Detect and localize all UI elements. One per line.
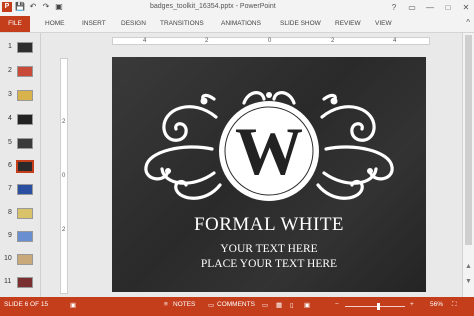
slide-title[interactable]: FORMAL WHITE — [112, 214, 426, 236]
tab-home[interactable]: HOME — [45, 18, 65, 30]
slide-preview — [17, 184, 33, 195]
slide-preview — [17, 231, 33, 242]
tab-view[interactable]: VIEW — [375, 18, 392, 30]
slide-thumbnail-9[interactable]: 9 — [0, 231, 40, 245]
close-button[interactable]: ✕ — [460, 1, 472, 13]
slide-thumbnail-10[interactable]: 10 — [0, 254, 40, 268]
slide-preview — [17, 254, 33, 265]
slide-thumbnail-7[interactable]: 7 — [0, 184, 40, 198]
slide-preview — [17, 138, 33, 149]
notes-icon[interactable]: ≡ — [164, 301, 168, 308]
slide-preview — [17, 277, 33, 288]
window-controls: ? ▭ — □ ✕ — [388, 1, 472, 13]
vertical-ruler: 2 0 2 — [60, 58, 68, 294]
ruler-label: 2 — [331, 38, 335, 44]
slide-thumbnail-3[interactable]: 3 — [0, 90, 40, 104]
slide-thumbnail-1[interactable]: 1 — [0, 42, 40, 56]
slide-number: 9 — [8, 232, 12, 239]
collapse-ribbon-icon[interactable]: ^ — [466, 18, 470, 27]
slide-number: 11 — [4, 278, 12, 285]
minimize-button[interactable]: — — [424, 1, 436, 13]
slide-preview — [17, 90, 33, 101]
slide-thumbnail-8[interactable]: 8 — [0, 208, 40, 222]
scroll-down-icon[interactable]: ▼ — [465, 278, 472, 285]
slide-thumbnail-5[interactable]: 5 — [0, 138, 40, 152]
slide-preview — [17, 42, 33, 53]
ribbon-display-options-button[interactable]: ▭ — [406, 1, 418, 13]
tab-slide-show[interactable]: SLIDE SHOW — [280, 18, 321, 30]
monogram-letter: W — [235, 113, 303, 189]
tab-transitions[interactable]: TRANSITIONS — [160, 18, 204, 30]
slide-number: 5 — [8, 139, 12, 146]
ruler-label: 0 — [62, 173, 66, 179]
slide-preview — [17, 208, 33, 219]
zoom-in-icon[interactable]: + — [410, 301, 414, 308]
slide-thumbnail-6[interactable]: 6 — [0, 160, 40, 175]
ruler-label: 2 — [205, 38, 209, 44]
undo-icon[interactable]: ↶ — [28, 2, 38, 12]
slide-number: 2 — [8, 67, 12, 74]
slide-number: 1 — [8, 43, 12, 50]
slide-counter: SLIDE 6 OF 15 — [4, 301, 49, 308]
powerpoint-app-icon: P — [2, 2, 12, 12]
zoom-slider[interactable] — [345, 303, 405, 310]
window-title: badges_toolkit_16354.pptx - PowerPoint — [150, 3, 276, 10]
start-slideshow-icon[interactable]: ▣ — [54, 2, 64, 12]
tab-file[interactable]: FILE — [0, 16, 30, 32]
slide-thumbnail-2[interactable]: 2 — [0, 66, 40, 80]
fit-slide-icon[interactable]: ⛶ — [452, 301, 457, 309]
notes-button[interactable]: NOTES — [173, 301, 195, 308]
help-button[interactable]: ? — [388, 1, 400, 13]
save-icon[interactable]: 💾 — [15, 2, 25, 12]
zoom-level[interactable]: 56% — [430, 301, 443, 308]
comments-button[interactable]: COMMENTS — [217, 301, 255, 308]
scroll-up-icon[interactable]: ▲ — [465, 263, 472, 270]
slide-number: 3 — [8, 91, 12, 98]
slideshow-view-icon[interactable]: ▣ — [304, 301, 310, 309]
tab-design[interactable]: DESIGN — [121, 18, 146, 30]
ruler-label: 4 — [143, 38, 147, 44]
ruler-label: 4 — [393, 38, 397, 44]
slide-number: 4 — [8, 115, 12, 122]
slide-preview — [17, 66, 33, 77]
slide-text-line-1[interactable]: YOUR TEXT HERE — [112, 243, 426, 255]
maximize-button[interactable]: □ — [442, 1, 454, 13]
vertical-scrollbar[interactable]: ▲ ▼ — [462, 33, 474, 297]
normal-view-icon[interactable]: ▭ — [262, 301, 268, 309]
zoom-out-icon[interactable]: − — [335, 301, 339, 308]
redo-icon[interactable]: ↷ — [41, 2, 51, 12]
reading-view-icon[interactable]: ▯ — [290, 301, 294, 309]
slide-sorter-icon[interactable]: ▦ — [276, 301, 282, 309]
slide-text-line-2[interactable]: PLACE YOUR TEXT HERE — [112, 258, 426, 270]
slide-preview — [17, 114, 33, 125]
zoom-slider-thumb[interactable] — [377, 303, 381, 310]
ribbon-tab-bar: FILE HOME INSERT DESIGN TRANSITIONS ANIM… — [0, 16, 474, 33]
tab-insert[interactable]: INSERT — [82, 18, 106, 30]
spellcheck-icon[interactable]: ▣ — [70, 301, 76, 309]
swirl-badge-graphic[interactable]: W — [112, 57, 426, 292]
horizontal-ruler: 4 2 0 2 4 — [112, 37, 430, 45]
status-bar: SLIDE 6 OF 15 ▣ ≡ NOTES ▭ COMMENTS ▭ ▦ ▯… — [0, 297, 474, 316]
slide-number: 7 — [8, 185, 12, 192]
quick-access-toolbar: P 💾 ↶ ↷ ▣ — [2, 2, 64, 12]
slide-thumbnail-11[interactable]: 11 — [0, 277, 40, 291]
slide-number: 8 — [8, 209, 12, 216]
slide-number: 6 — [8, 162, 12, 169]
comments-icon[interactable]: ▭ — [208, 301, 214, 309]
slide-canvas[interactable]: W FORMAL WHITE YOUR TEXT HERE PLACE YOUR… — [112, 57, 426, 292]
ruler-label: 2 — [62, 119, 66, 125]
title-bar: P 💾 ↶ ↷ ▣ badges_toolkit_16354.pptx - Po… — [0, 0, 474, 16]
tab-review[interactable]: REVIEW — [335, 18, 361, 30]
tab-animations[interactable]: ANIMATIONS — [221, 18, 261, 30]
scrollbar-thumb[interactable] — [465, 35, 472, 245]
ruler-label: 0 — [268, 38, 272, 44]
ruler-label: 2 — [62, 227, 66, 233]
slide-preview-selected — [16, 160, 34, 173]
slide-number: 10 — [4, 255, 12, 262]
slide-thumbnails-pane[interactable]: 1 2 3 4 5 6 7 8 9 10 11 — [0, 33, 41, 297]
slide-thumbnail-4[interactable]: 4 — [0, 114, 40, 128]
